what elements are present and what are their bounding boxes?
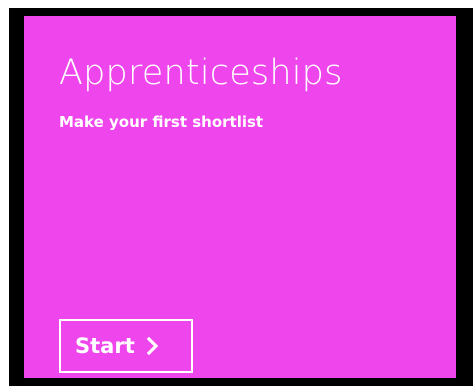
card-title: Apprenticeships — [59, 53, 343, 93]
chevron-right-icon — [146, 337, 158, 355]
start-button-label: Start — [75, 334, 135, 358]
start-button[interactable]: Start — [59, 319, 193, 373]
card-subtitle: Make your first shortlist — [59, 113, 264, 131]
apprenticeships-card: Apprenticeships Make your first shortlis… — [24, 16, 456, 378]
